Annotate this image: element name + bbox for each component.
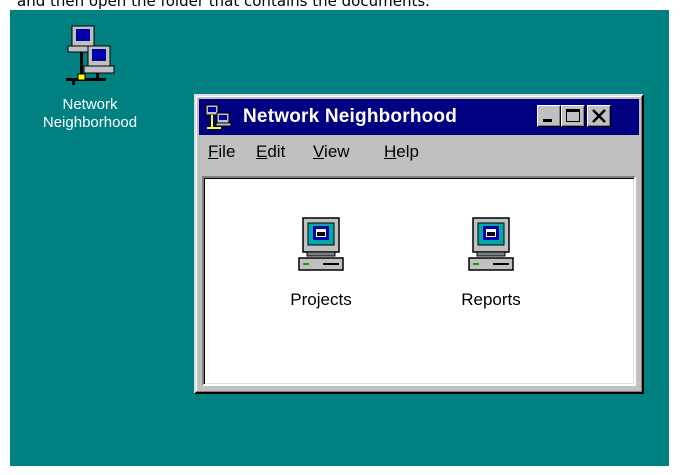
- menu-edit[interactable]: Edit: [256, 142, 285, 162]
- folder-reports[interactable]: Reports: [436, 216, 546, 310]
- maximize-button[interactable]: [561, 105, 585, 127]
- menu-help[interactable]: Help: [384, 142, 419, 162]
- folder-label: Reports: [461, 290, 521, 309]
- network-neighborhood-icon: [66, 25, 115, 85]
- desktop-icon-label: Network Neighborhood: [42, 96, 138, 131]
- minimize-button[interactable]: [537, 105, 561, 127]
- window-title: Network Neighborhood: [243, 106, 458, 127]
- minimize-icon: [543, 119, 552, 122]
- menu-view[interactable]: View: [313, 142, 350, 162]
- instruction-caption: and then open the folder that contains t…: [0, 0, 680, 10]
- close-icon: [592, 109, 606, 123]
- window-content-area: Projects Reports: [202, 176, 636, 386]
- computer-icon: [298, 217, 344, 271]
- desktop-icon-network-neighborhood[interactable]: Network Neighborhood: [30, 24, 150, 132]
- window-title-bar[interactable]: Network Neighborhood: [199, 99, 639, 135]
- desktop: Network Neighborhood Network Neighborhoo…: [10, 10, 669, 466]
- instruction-text: and then open the folder that contains t…: [17, 0, 430, 10]
- folder-projects[interactable]: Projects: [266, 216, 376, 310]
- folder-label: Projects: [290, 290, 352, 309]
- maximize-icon: [566, 109, 580, 122]
- close-button[interactable]: [587, 105, 611, 127]
- network-neighborhood-window: Network Neighborhood File Edit View Help…: [194, 94, 644, 394]
- computer-icon: [468, 217, 514, 271]
- network-neighborhood-icon: [205, 104, 232, 129]
- menu-file[interactable]: File: [208, 142, 235, 162]
